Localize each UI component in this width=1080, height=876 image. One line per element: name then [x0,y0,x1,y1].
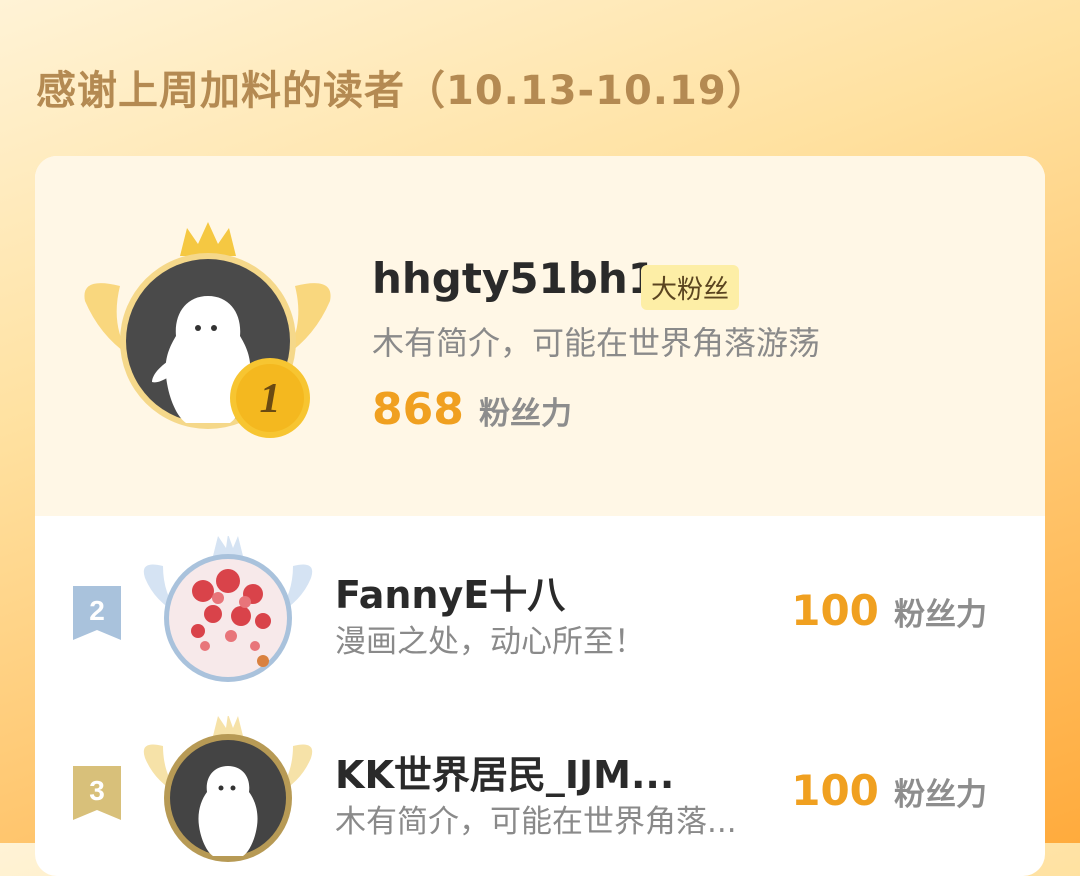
rank-number: 3 [89,775,105,806]
crown-icon [213,536,243,556]
rank1-section[interactable]: 1 hhgty51bh1 大粉丝 木有简介，可能在世界角落游荡 868 粉丝力 [35,156,1045,516]
rank-badge-bronze-icon: 3 [73,766,121,820]
crown-icon [213,716,243,736]
rank1-username[interactable]: hhgty51bh1 [372,254,657,303]
user-score: 100 粉丝力 [791,586,987,635]
rank1-avatar[interactable]: 1 [80,216,335,456]
ranking-card: 1 hhgty51bh1 大粉丝 木有简介，可能在世界角落游荡 868 粉丝力 … [35,156,1045,876]
ranking-row[interactable]: 3 KK世界居民_IJM... 木有简介，可能在世界角落... 100 粉丝力 [35,716,1045,866]
page-title: 感谢上周加料的读者（10.13-10.19） [36,68,768,114]
rank1-score-unit: 粉丝力 [478,396,572,432]
username[interactable]: FannyE十八 [335,564,565,619]
rank-number: 2 [89,595,105,626]
rank1-number: 1 [260,376,281,422]
user-avatar[interactable] [143,716,313,866]
score-value: 100 [791,586,879,635]
user-score: 100 粉丝力 [791,766,987,815]
score-unit: 粉丝力 [894,777,987,813]
crown-icon [180,222,236,256]
rank-medal-icon: 1 [230,358,310,438]
username[interactable]: KK世界居民_IJM... [335,744,674,799]
rank1-bio: 木有简介，可能在世界角落游荡 [372,324,821,362]
ranking-row[interactable]: 2 FannyE十八 漫画之处，动心所至！ 100 粉丝力 [35,536,1045,686]
rank1-score-value: 868 [372,384,464,435]
score-value: 100 [791,766,879,815]
user-bio: 漫画之处，动心所至！ [335,624,645,660]
user-bio: 木有简介，可能在世界角落... [335,804,737,840]
fan-badge: 大粉丝 [641,265,740,310]
rank1-avatar-graphic: 1 [84,222,331,438]
rank1-score: 868 粉丝力 [372,384,572,435]
rank-badge-silver-icon: 2 [73,586,121,640]
user-avatar[interactable] [143,536,313,686]
score-unit: 粉丝力 [894,597,987,633]
